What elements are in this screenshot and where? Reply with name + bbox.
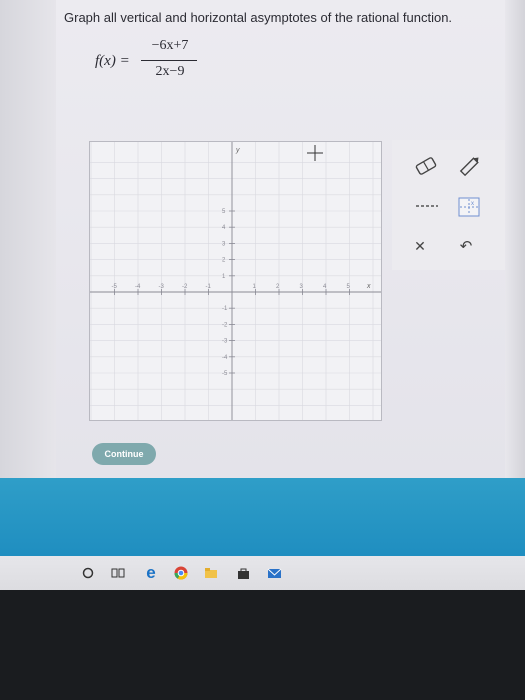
store-bag-icon <box>237 568 249 579</box>
x-tick-label: -3 <box>159 284 165 290</box>
pencil-icon <box>459 157 479 177</box>
fraction-bar <box>141 60 197 61</box>
y-axis-label: y <box>235 147 240 154</box>
x-tick-label: -2 <box>182 284 188 290</box>
task-view-button[interactable] <box>110 565 126 581</box>
x-tick-label: -5 <box>112 284 118 290</box>
help-icon: ? <box>506 238 514 254</box>
y-tick-label: 4 <box>222 225 226 231</box>
svg-text:x: x <box>471 201 474 207</box>
edge-icon: e <box>146 563 156 582</box>
y-tick-label: -3 <box>222 339 228 345</box>
folder-icon <box>205 568 217 578</box>
dashed-line-icon <box>416 205 438 207</box>
mail-button[interactable] <box>266 565 282 581</box>
function-numerator: −6x+7 <box>151 38 189 53</box>
undo-button[interactable]: ↶ <box>454 236 478 256</box>
clear-button[interactable]: ✕ <box>408 236 432 256</box>
x-axis-label: x <box>366 283 371 290</box>
x-tick-label: -1 <box>206 284 212 290</box>
mail-icon <box>267 568 281 578</box>
gridlines <box>90 142 381 420</box>
y-tick-label: -4 <box>222 355 228 361</box>
start-button[interactable] <box>80 565 96 581</box>
toolbar-overflow[interactable] <box>516 154 524 180</box>
y-tick-label: 2 <box>222 258 226 264</box>
eraser-icon <box>415 157 437 175</box>
function-label: f(x) = <box>95 53 130 69</box>
dotted-line-icon <box>519 154 521 180</box>
edge-button[interactable]: e <box>143 563 159 582</box>
crosshair-cursor-icon <box>307 145 323 161</box>
dashed-line-tool[interactable] <box>414 198 440 214</box>
graph-area[interactable]: -5 -4 -3 -2 -1 1 2 3 4 5 5 4 3 2 1 -1 -2 -3 -4 -5 y x <box>89 141 382 421</box>
task-view-icon <box>111 568 125 578</box>
file-explorer-button[interactable] <box>203 565 219 581</box>
chrome-button[interactable] <box>173 565 189 581</box>
page-footer-banner <box>0 478 525 556</box>
graph-toolbar: x ✕ ↶ ? <box>392 140 525 270</box>
y-tick-label: -5 <box>222 371 228 377</box>
tick-labels: -5 -4 -3 -2 -1 1 2 3 4 554321-1-2-3-4-5 <box>112 209 351 377</box>
question-prompt: Graph all vertical and horizontal asympt… <box>64 10 453 25</box>
y-tick-label: 5 <box>222 209 226 215</box>
screen: Graph all vertical and horizontal asympt… <box>0 0 525 590</box>
chrome-icon <box>174 566 188 580</box>
continue-button[interactable]: Continue <box>92 443 156 465</box>
close-icon: ✕ <box>414 237 426 254</box>
coordinate-grid[interactable]: -5 -4 -3 -2 -1 1 2 3 4 554321-1-2-3-4-5 y x <box>90 142 381 420</box>
eraser-tool[interactable] <box>412 152 440 180</box>
y-tick-label: 1 <box>222 274 226 280</box>
store-button[interactable] <box>235 565 251 581</box>
taskbar <box>0 556 525 590</box>
undo-icon: ↶ <box>459 238 473 255</box>
asymptote-icon: x <box>458 197 480 217</box>
help-button[interactable]: ? <box>498 236 522 256</box>
asymptote-tool[interactable]: x <box>456 196 482 218</box>
search-circle-icon <box>82 567 94 579</box>
pencil-tool[interactable] <box>456 152 484 180</box>
y-tick-label: 3 <box>222 241 226 247</box>
function-denominator: 2x−9 <box>155 64 185 79</box>
rational-function: f(x) = −6x+7 2x−9 <box>95 36 235 84</box>
axes <box>90 142 381 420</box>
assignment-panel: Graph all vertical and horizontal asympt… <box>0 0 525 478</box>
y-tick-label: -2 <box>222 322 228 328</box>
y-tick-label: -1 <box>222 306 228 312</box>
x-tick-label: -4 <box>135 284 141 290</box>
